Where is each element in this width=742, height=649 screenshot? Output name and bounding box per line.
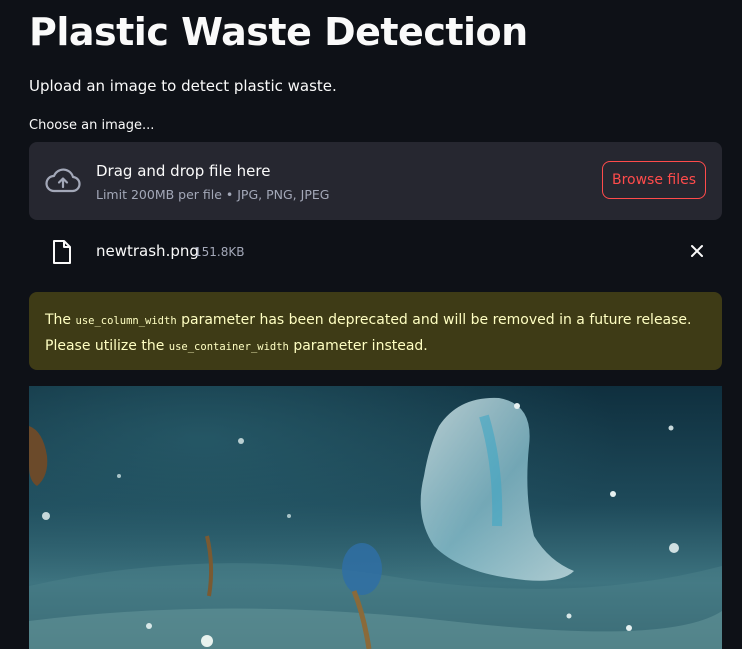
uploaded-image-preview — [29, 386, 722, 649]
dropzone-limit-text: Limit 200MB per file • JPG, PNG, JPEG — [96, 187, 330, 202]
dropzone-title: Drag and drop file here — [96, 162, 271, 180]
warning-text-prefix: The — [45, 312, 76, 328]
warning-param-column-width: use_column_width — [75, 315, 177, 327]
close-icon[interactable] — [687, 241, 707, 261]
app-page: Plastic Waste Detection Upload an image … — [0, 0, 742, 649]
file-dropzone[interactable]: Drag and drop file here Limit 200MB per … — [29, 142, 722, 220]
cloud-upload-icon — [45, 168, 81, 193]
warning-text-suffix: parameter instead. — [288, 338, 428, 354]
uploaded-file-name: newtrash.png — [96, 242, 199, 260]
browse-files-button[interactable]: Browse files — [602, 161, 706, 199]
underwater-plastic-image — [29, 386, 722, 649]
page-subtitle: Upload an image to detect plastic waste. — [29, 77, 337, 95]
uploader-label: Choose an image... — [29, 118, 155, 133]
page-title: Plastic Waste Detection — [29, 10, 528, 54]
uploaded-file-size: 151.8KB — [194, 245, 245, 259]
warning-param-container-width: use_container_width — [168, 341, 289, 353]
deprecation-warning: The use_column_width parameter has been … — [29, 292, 722, 370]
uploaded-file-row: newtrash.png 151.8KB — [29, 230, 722, 272]
file-icon — [53, 240, 71, 264]
